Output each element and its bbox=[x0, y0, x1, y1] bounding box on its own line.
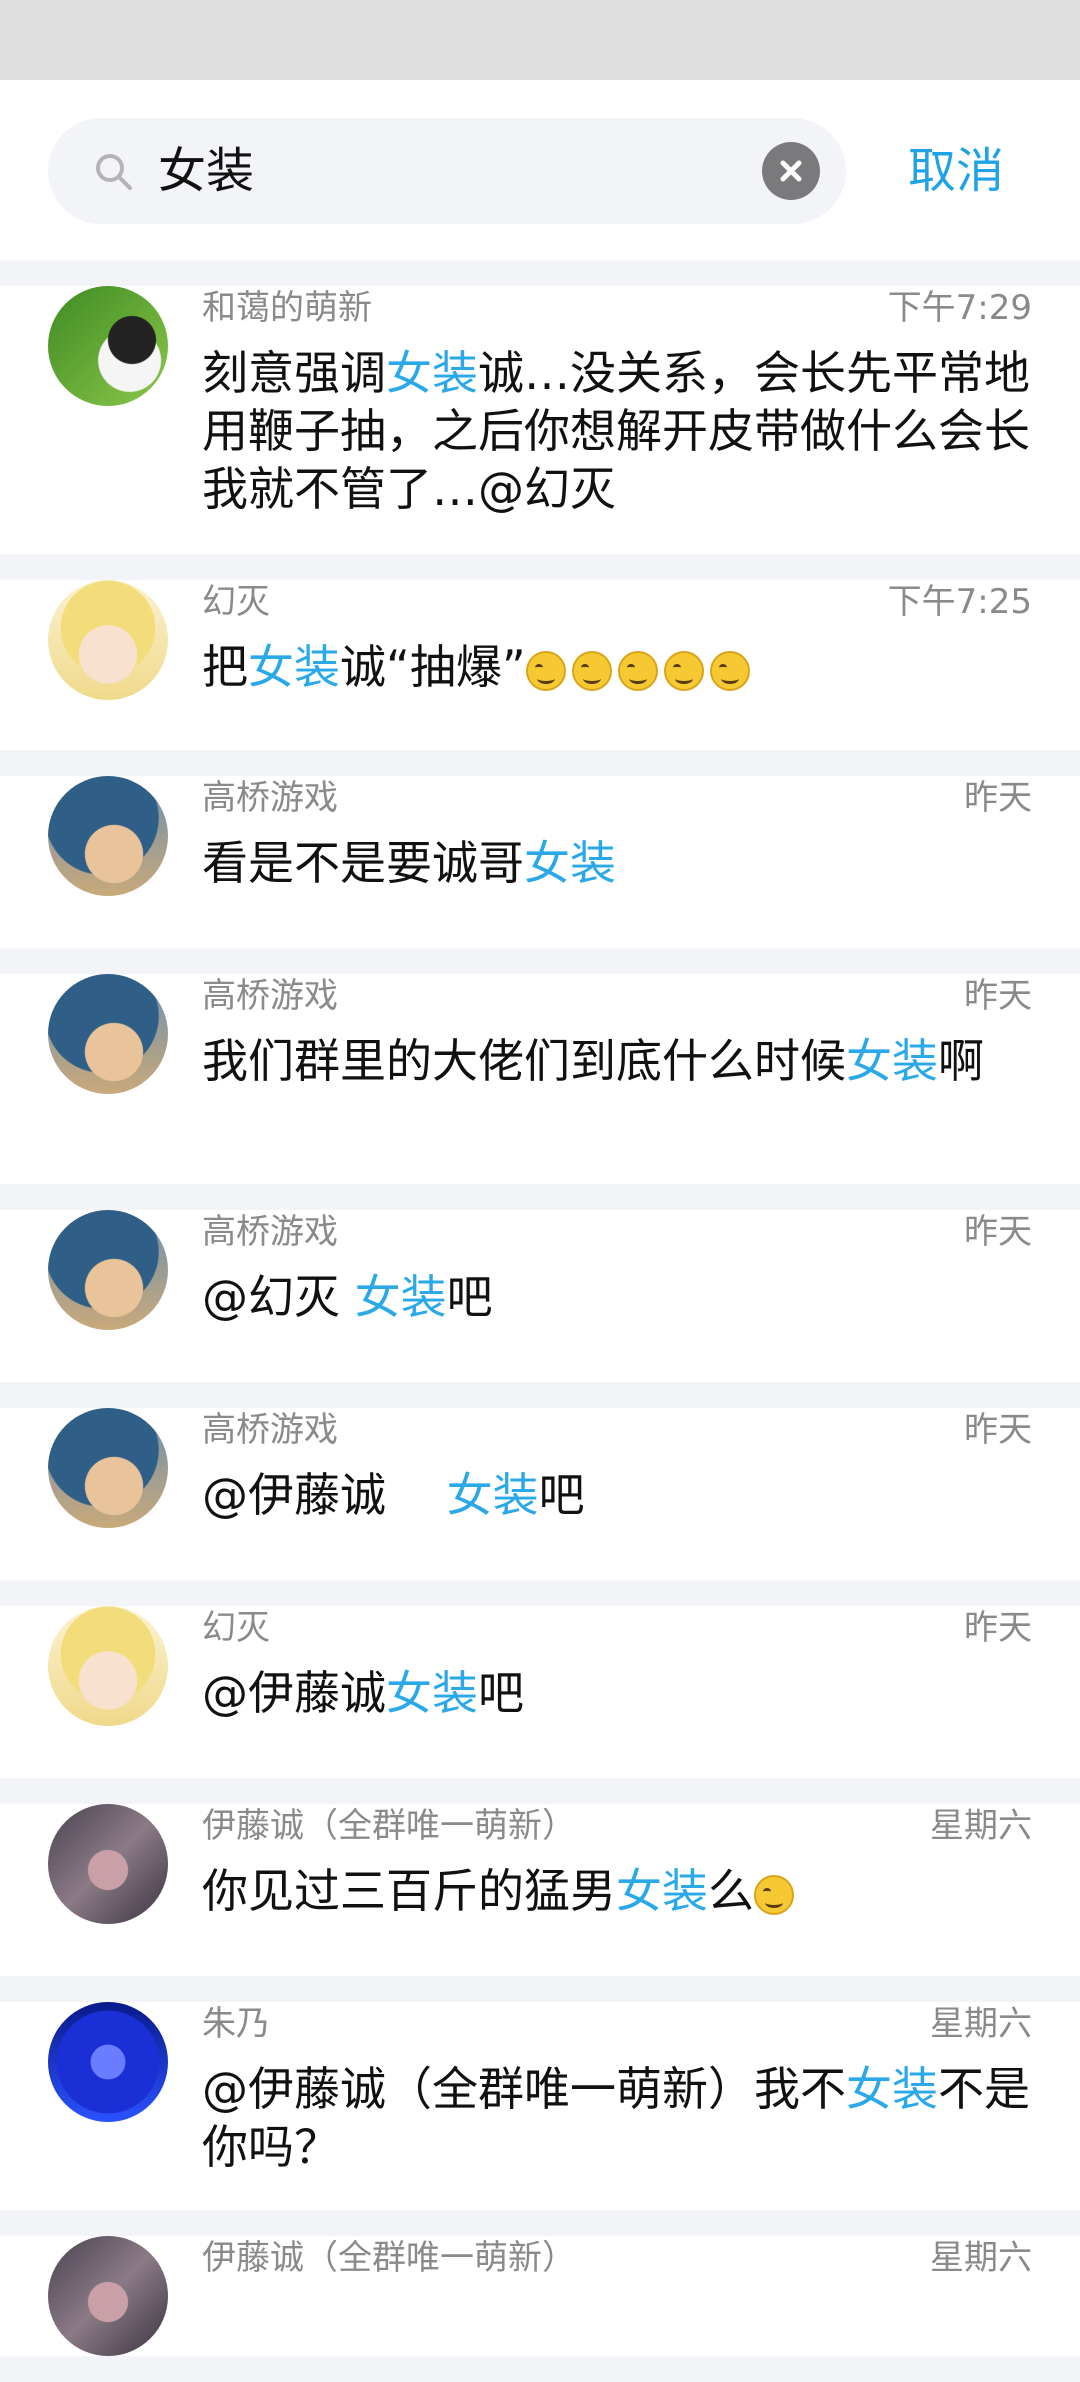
message-item[interactable]: 幻灭 昨天 @伊藤诚女装吧 bbox=[0, 1606, 1080, 1804]
message-fragment: @幻灭 bbox=[202, 1270, 355, 1324]
blonde-anime-avatar[interactable] bbox=[48, 1606, 168, 1726]
message-time: 昨天 bbox=[964, 1212, 1032, 1252]
highlight-keyword: 女装 bbox=[386, 1666, 478, 1720]
message-list: 和蔼的萌新 下午7:29 刻意强调女装诚…没关系，会长先平常地用鞭子抽，之后你想解开… bbox=[0, 286, 1080, 2382]
message-fragment: @伊藤诚 bbox=[202, 1666, 386, 1720]
sender-name: 高桥游戏 bbox=[202, 1212, 338, 1252]
highlight-keyword: 女装 bbox=[524, 836, 616, 890]
highlight-keyword: 女装 bbox=[846, 1034, 938, 1088]
sender-name: 幻灭 bbox=[202, 582, 270, 622]
message-item[interactable]: 高桥游戏 昨天 @幻灭 女装吧 bbox=[0, 1210, 1080, 1408]
highlight-keyword: 女装 bbox=[446, 1468, 539, 1522]
message-time: 星期六 bbox=[930, 2004, 1032, 2044]
close-icon bbox=[780, 160, 802, 182]
sender-name: 高桥游戏 bbox=[202, 1410, 338, 1450]
divider bbox=[0, 260, 1080, 286]
message-fragment: @伊藤诚 bbox=[202, 1468, 447, 1522]
message-text: @伊藤诚（全群唯一萌新）我不女装不是你吗？ bbox=[202, 2060, 1032, 2176]
message-item[interactable]: 高桥游戏 昨天我们群里的大佬们到底什么时候女装啊 bbox=[0, 974, 1080, 1210]
smirk-emoji-icon bbox=[617, 651, 658, 691]
message-fragment: 刻意强调 bbox=[202, 346, 386, 400]
message-fragment: 吧 bbox=[478, 1666, 524, 1720]
message-time: 星期六 bbox=[930, 2238, 1032, 2278]
smirk-emoji-icon bbox=[525, 651, 566, 691]
message-text: @伊藤诚女装吧 bbox=[202, 1664, 1032, 1722]
message-fragment: 把 bbox=[202, 640, 248, 694]
message-text: 把女装诚“抽爆” bbox=[202, 638, 1032, 696]
sender-name: 伊藤诚（全群唯一萌新） bbox=[202, 2238, 576, 2278]
message-time: 下午7:29 bbox=[887, 288, 1032, 328]
highlight-keyword: 女装 bbox=[386, 346, 478, 400]
smirk-emoji-icon bbox=[571, 651, 612, 691]
message-fragment: 吧 bbox=[446, 1270, 493, 1324]
message-fragment: 啊 bbox=[938, 1034, 984, 1088]
status-bar bbox=[0, 0, 1080, 80]
message-fragment: 吧 bbox=[538, 1468, 585, 1522]
dark-figure-avatar[interactable] bbox=[48, 1804, 168, 1924]
message-item[interactable]: 高桥游戏 昨天 @伊藤诚 女装吧 bbox=[0, 1408, 1080, 1606]
message-time: 下午7:25 bbox=[887, 582, 1032, 622]
message-time: 昨天 bbox=[964, 1410, 1032, 1450]
message-time: 星期六 bbox=[930, 1806, 1032, 1846]
search-bar: 女装 取消 bbox=[0, 80, 1080, 260]
sender-name: 伊藤诚（全群唯一萌新） bbox=[202, 1806, 576, 1846]
message-text: 刻意强调女装诚…没关系，会长先平常地用鞭子抽，之后你想解开皮带做什么会长我就不管… bbox=[202, 344, 1032, 518]
smirk-emoji-icon bbox=[663, 651, 704, 691]
sender-name: 和蔼的萌新 bbox=[202, 288, 372, 328]
clear-search-button[interactable] bbox=[762, 142, 820, 200]
message-item[interactable]: 朱乃 星期六 @伊藤诚（全群唯一萌新）我不女装不是你吗？ bbox=[0, 2002, 1080, 2236]
blonde-anime-avatar[interactable] bbox=[48, 580, 168, 700]
message-item[interactable]: 伊藤诚（全群唯一萌新） 星期六 bbox=[0, 2236, 1080, 2382]
message-item[interactable]: 幻灭 下午7:25 把女装诚“抽爆” bbox=[0, 580, 1080, 776]
sender-name: 幻灭 bbox=[202, 1608, 270, 1648]
highlight-keyword: 女装 bbox=[846, 2062, 938, 2116]
search-icon bbox=[96, 154, 132, 190]
message-item[interactable]: 和蔼的萌新 下午7:29 刻意强调女装诚…没关系，会长先平常地用鞭子抽，之后你想解开… bbox=[0, 286, 1080, 580]
message-item[interactable]: 伊藤诚（全群唯一萌新） 星期六你见过三百斤的猛男女装么 bbox=[0, 1804, 1080, 2002]
sender-name: 高桥游戏 bbox=[202, 778, 338, 818]
message-text: 你见过三百斤的猛男女装么 bbox=[202, 1862, 1032, 1920]
message-fragment: 么 bbox=[708, 1864, 754, 1918]
highlight-keyword: 女装 bbox=[616, 1864, 708, 1918]
message-fragment: @伊藤诚（全群唯一萌新）我不 bbox=[202, 2062, 846, 2116]
blue-hair-anime-avatar[interactable] bbox=[48, 1210, 168, 1330]
blue-magician-avatar[interactable] bbox=[48, 2002, 168, 2122]
highlight-keyword: 女装 bbox=[248, 640, 340, 694]
penguin-avatar[interactable] bbox=[48, 286, 168, 406]
message-time: 昨天 bbox=[964, 1608, 1032, 1648]
highlight-keyword: 女装 bbox=[354, 1270, 447, 1324]
message-fragment: 我们群里的大佬们到底什么时候 bbox=[202, 1034, 846, 1088]
blue-hair-anime-avatar[interactable] bbox=[48, 1408, 168, 1528]
smirk-emoji-icon bbox=[709, 651, 750, 691]
message-fragment: 诚“抽爆” bbox=[340, 640, 526, 694]
message-time: 昨天 bbox=[964, 778, 1032, 818]
blue-hair-anime-avatar[interactable] bbox=[48, 974, 168, 1094]
message-text: @伊藤诚 女装吧 bbox=[202, 1466, 1032, 1524]
message-text: @幻灭 女装吧 bbox=[202, 1268, 1032, 1326]
search-input[interactable]: 女装 bbox=[48, 118, 846, 224]
cancel-button[interactable]: 取消 bbox=[908, 118, 1004, 224]
smirk-emoji-icon bbox=[754, 1875, 794, 1915]
dark-figure-avatar[interactable] bbox=[48, 2236, 168, 2356]
sender-name: 朱乃 bbox=[202, 2004, 270, 2044]
message-item[interactable]: 高桥游戏 昨天看是不是要诚哥女装 bbox=[0, 776, 1080, 974]
blue-hair-anime-avatar[interactable] bbox=[48, 776, 168, 896]
search-query[interactable]: 女装 bbox=[158, 118, 254, 224]
message-fragment: 看是不是要诚哥 bbox=[202, 836, 524, 890]
message-fragment: 你见过三百斤的猛男 bbox=[202, 1864, 616, 1918]
message-text: 看是不是要诚哥女装 bbox=[202, 834, 1032, 892]
message-time: 昨天 bbox=[964, 976, 1032, 1016]
sender-name: 高桥游戏 bbox=[202, 976, 338, 1016]
message-text: 我们群里的大佬们到底什么时候女装啊 bbox=[202, 1032, 1032, 1090]
